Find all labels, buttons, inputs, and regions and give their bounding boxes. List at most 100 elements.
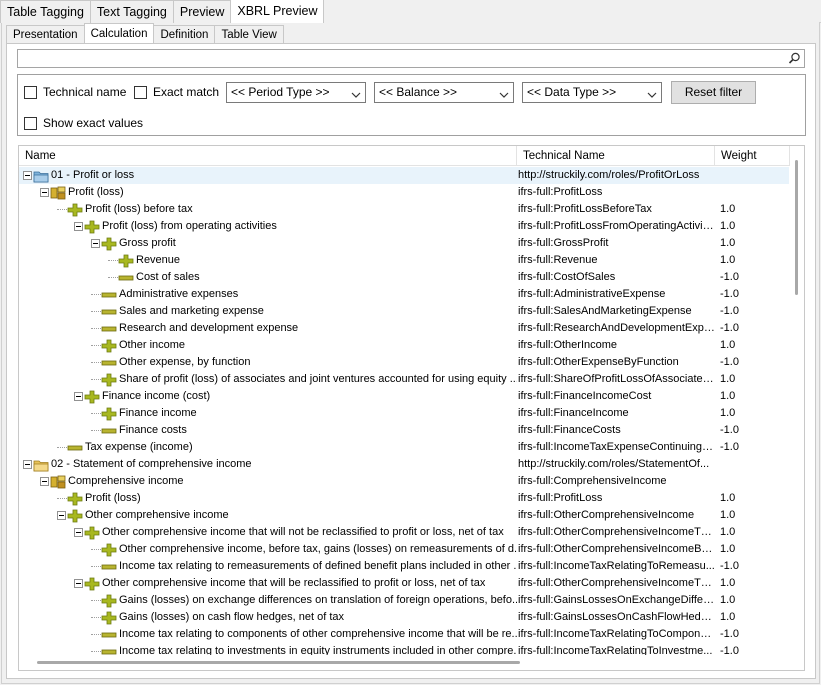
concept-label: Other comprehensive income that will be … <box>102 577 486 589</box>
technical-name-cell: ifrs-full:FinanceCosts <box>518 424 621 436</box>
tab-table-tagging[interactable]: Table Tagging <box>0 0 91 23</box>
reset-filter-button[interactable]: Reset filter <box>671 81 756 104</box>
tree-row[interactable]: Research and development expense ifrs-ful… <box>19 320 789 337</box>
column-header-weight[interactable]: Weight <box>715 146 790 166</box>
show-exact-values-option[interactable]: Show exact values <box>24 116 143 130</box>
technical-name-cell: ifrs-full:IncomeTaxRelatingToRemeasu... <box>518 560 715 572</box>
collapse-toggle-icon[interactable] <box>57 511 66 520</box>
tree-row[interactable]: Tax expense (income) ifrs-full:IncomeTaxE… <box>19 439 789 456</box>
data-type-select[interactable]: << Data Type >> <box>522 82 662 103</box>
tree-row[interactable]: Profit (loss) ifrs-full:ProfitLoss 1.0 <box>19 490 789 507</box>
name-cell: Other comprehensive income <box>19 507 517 524</box>
tab-presentation[interactable]: Presentation <box>6 25 85 43</box>
plus-icon <box>101 611 117 625</box>
tree-row[interactable]: Cost of sales ifrs-full:CostOfSales -1.0 <box>19 269 789 286</box>
horizontal-scroll-thumb[interactable] <box>37 661 520 664</box>
name-cell: Profit (loss) from operating activities <box>19 218 517 235</box>
tab-text-tagging[interactable]: Text Tagging <box>89 0 174 23</box>
collapse-toggle-icon[interactable] <box>23 460 32 469</box>
top-tab-bar: Table Tagging Text Tagging Preview XBRL … <box>0 0 325 23</box>
tree-row[interactable]: Other comprehensive income that will be … <box>19 575 789 592</box>
tree-row[interactable]: Other comprehensive income that will not… <box>19 524 789 541</box>
technical-name-cell: ifrs-full:GrossProfit <box>518 237 609 249</box>
tree-rows: 01 - Profit or loss http://struckily.com/… <box>19 167 789 660</box>
concept-label: Income tax relating to components of oth… <box>119 628 517 640</box>
collapse-toggle-icon[interactable] <box>74 528 83 537</box>
technical-name-cell: ifrs-full:OtherIncome <box>518 339 618 351</box>
name-cell: Gains (losses) on exchange differences o… <box>19 592 517 609</box>
search-input[interactable] <box>17 49 805 68</box>
balance-select[interactable]: << Balance >> <box>374 82 514 103</box>
tab-preview[interactable]: Preview <box>172 0 232 23</box>
plus-icon <box>67 203 83 217</box>
tree-row[interactable]: Administrative expenses ifrs-full:Adminis… <box>19 286 789 303</box>
tree-row[interactable]: Profit (loss) ifrs-full:ProfitLoss <box>19 184 789 201</box>
tree-row[interactable]: Profit (loss) before tax ifrs-full:Profit… <box>19 201 789 218</box>
collapse-toggle-icon[interactable] <box>40 477 49 486</box>
technical-name-cell: ifrs-full:CostOfSales <box>518 271 616 283</box>
collapse-toggle-icon[interactable] <box>40 188 49 197</box>
tree-row[interactable]: Gains (losses) on cash flow hedges, net … <box>19 609 789 626</box>
weight-cell: 1.0 <box>720 220 736 232</box>
tree-row[interactable]: 01 - Profit or loss http://struckily.com/… <box>19 167 789 184</box>
tree-row[interactable]: Other comprehensive income, before tax, … <box>19 541 789 558</box>
name-cell: Tax expense (income) <box>19 439 517 456</box>
tree-row[interactable]: Income tax relating to components of oth… <box>19 626 789 643</box>
balance-value: << Balance >> <box>379 85 458 99</box>
concept-label: Administrative expenses <box>119 288 239 300</box>
minus-icon <box>101 356 117 370</box>
minus-icon <box>101 628 117 642</box>
tab-table-view[interactable]: Table View <box>214 25 284 43</box>
concept-label: Finance income (cost) <box>102 390 211 402</box>
tree-row[interactable]: Income tax relating to remeasurements of… <box>19 558 789 575</box>
collapse-toggle-icon[interactable] <box>91 239 100 248</box>
concept-label: Gains (losses) on cash flow hedges, net … <box>119 611 345 623</box>
column-header-name[interactable]: Name <box>19 146 517 166</box>
tree-row[interactable]: Finance income (cost) ifrs-full:FinanceIn… <box>19 388 789 405</box>
technical-name-checkbox[interactable] <box>24 85 37 99</box>
period-type-select[interactable]: << Period Type >> <box>226 82 366 103</box>
name-cell: Other income <box>19 337 517 354</box>
minus-icon <box>67 441 83 455</box>
tree-row[interactable]: Finance income ifrs-full:FinanceIncome 1.0 <box>19 405 789 422</box>
technical-name-option[interactable]: Technical name <box>24 85 126 99</box>
tree-row[interactable]: Gross profit ifrs-full:GrossProfit 1.0 <box>19 235 789 252</box>
search-icon[interactable] <box>787 51 802 66</box>
exact-match-option[interactable]: Exact match <box>134 85 219 99</box>
tree-row[interactable]: Share of profit (loss) of associates and… <box>19 371 789 388</box>
tree-row[interactable]: Profit (loss) from operating activities i… <box>19 218 789 235</box>
tree-row[interactable]: Gains (losses) on exchange differences o… <box>19 592 789 609</box>
minus-icon <box>101 560 117 574</box>
tree-row[interactable]: 02 - Statement of comprehensive income ht… <box>19 456 789 473</box>
tree-connector <box>91 362 101 363</box>
tree-row[interactable]: Other income ifrs-full:OtherIncome 1.0 <box>19 337 789 354</box>
collapse-toggle-icon[interactable] <box>23 171 32 180</box>
collapse-toggle-icon[interactable] <box>74 579 83 588</box>
tab-calculation[interactable]: Calculation <box>83 23 155 43</box>
collapse-toggle-icon[interactable] <box>74 222 83 231</box>
weight-cell: -1.0 <box>720 271 739 283</box>
vertical-scrollbar[interactable] <box>790 146 804 655</box>
tree-row[interactable]: Other comprehensive income ifrs-full:Othe… <box>19 507 789 524</box>
technical-name-cell: ifrs-full:IncomeTaxRelatingToCompone... <box>518 628 715 640</box>
vertical-scroll-thumb[interactable] <box>795 160 798 295</box>
concept-label: Other comprehensive income that will not… <box>102 526 504 538</box>
calculation-tree-grid[interactable]: Name Technical Name Weight 01 - Profit o… <box>18 145 805 671</box>
tree-row[interactable]: Comprehensive income ifrs-full:Comprehens… <box>19 473 789 490</box>
tree-row[interactable]: Revenue ifrs-full:Revenue 1.0 <box>19 252 789 269</box>
tab-xbrl-preview[interactable]: XBRL Preview <box>230 0 325 23</box>
collapse-toggle-icon[interactable] <box>74 392 83 401</box>
tree-row[interactable]: Sales and marketing expense ifrs-full:Sal… <box>19 303 789 320</box>
folder-icon <box>33 458 49 472</box>
column-header-technical-name[interactable]: Technical Name <box>517 146 715 166</box>
plus-icon <box>101 543 117 557</box>
minus-icon <box>101 322 117 336</box>
tree-row[interactable]: Finance costs ifrs-full:FinanceCosts -1.0 <box>19 422 789 439</box>
tree-row[interactable]: Other expense, by function ifrs-full:Othe… <box>19 354 789 371</box>
chevron-down-icon <box>351 87 361 98</box>
show-exact-values-checkbox[interactable] <box>24 116 37 130</box>
concept-label: Profit (loss) <box>68 186 124 198</box>
tab-definition[interactable]: Definition <box>153 25 216 43</box>
horizontal-scrollbar[interactable] <box>19 655 804 670</box>
exact-match-checkbox[interactable] <box>134 85 147 99</box>
